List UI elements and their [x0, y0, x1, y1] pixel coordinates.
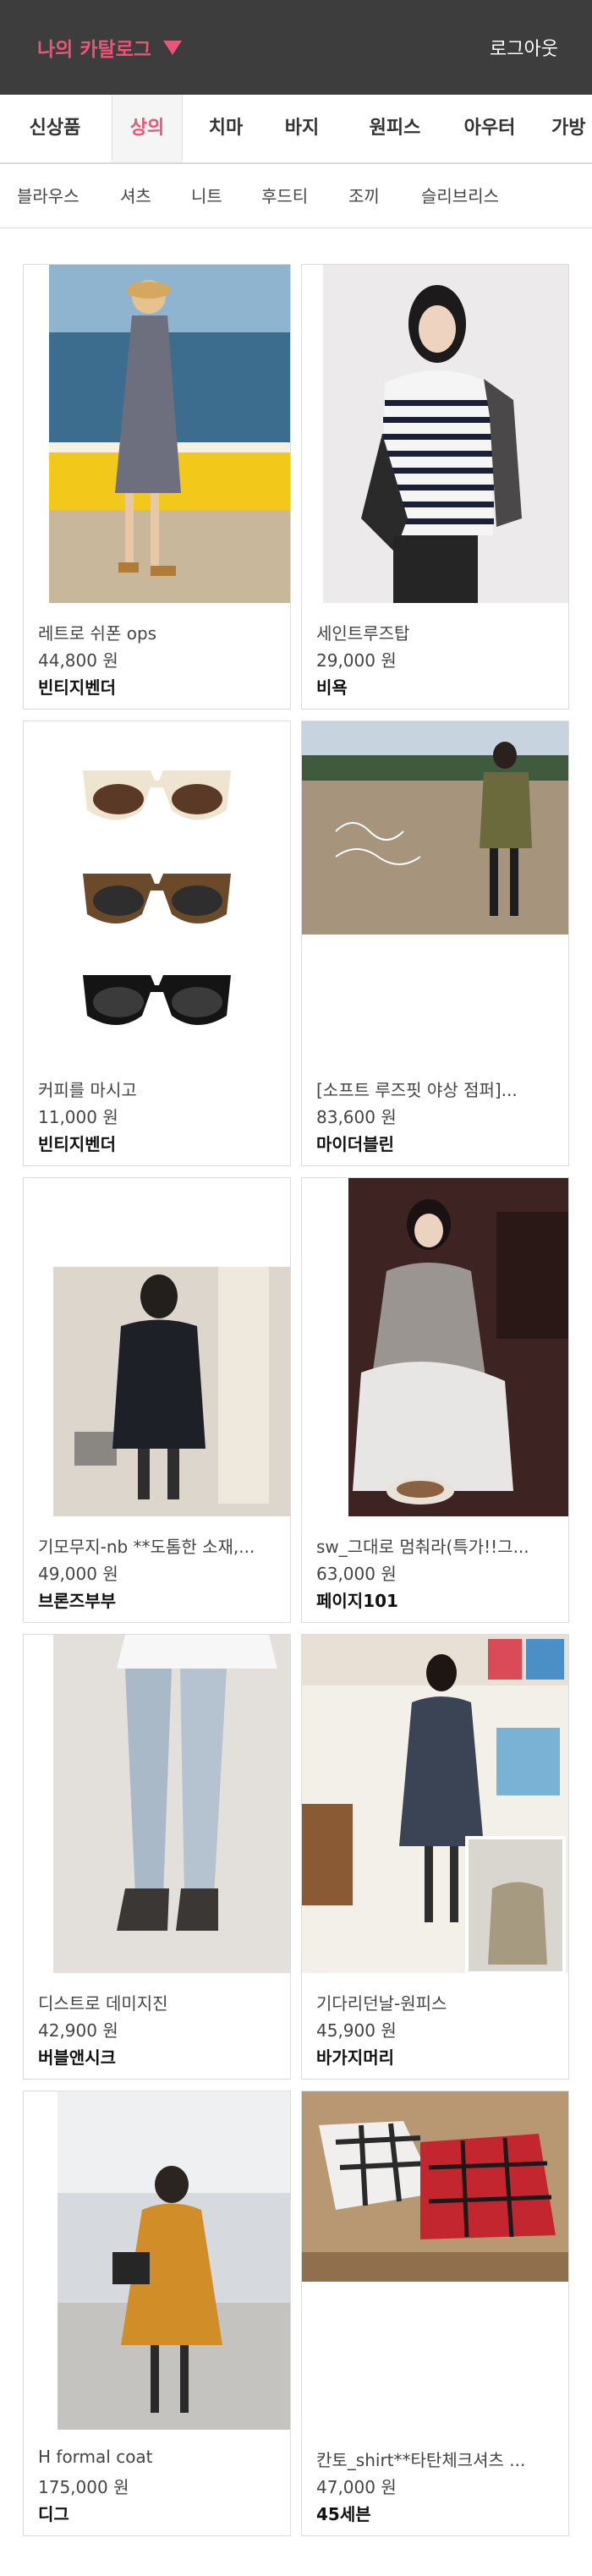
- product-price: 83,600 원: [316, 1107, 397, 1127]
- product-card[interactable]: 칸토_shirt**타탄체크셔츠 ... 47,000 원 45세븐: [301, 2091, 569, 2536]
- product-name: 레트로 쉬폰 ops: [38, 623, 157, 644]
- product-name: 커피를 마시고: [38, 1080, 137, 1100]
- catalog-title: 나의 카탈로그: [37, 39, 151, 61]
- subtab-shirts[interactable]: 셔츠: [120, 164, 151, 227]
- category-tabs: 신상품 상의 치마 바지 원피스 아우터 가방: [0, 95, 592, 164]
- subtab-sleeveless[interactable]: 슬리브리스: [421, 164, 499, 227]
- tab-skirts[interactable]: 치마: [196, 95, 255, 162]
- tab-dresses[interactable]: 원피스: [357, 95, 433, 162]
- product-shop: 페이지101: [316, 1591, 398, 1611]
- product-card[interactable]: 기다리던날-원피스 45,900 원 바가지머리: [301, 1634, 569, 2080]
- product-price: 45,900 원: [316, 2020, 397, 2041]
- subtab-knit[interactable]: 니트: [191, 164, 222, 227]
- product-image: [302, 721, 568, 1060]
- product-name: sw_그대로 멈춰라(특가!!그...: [316, 1537, 529, 1557]
- product-name: H formal coat: [38, 2447, 153, 2467]
- product-name: 기모무지-nb **도톰한 소재,...: [38, 1537, 255, 1557]
- product-name: 칸토_shirt**타탄체크셔츠 ...: [316, 2450, 526, 2470]
- product-image: [24, 265, 290, 603]
- product-image: [302, 2091, 568, 2430]
- product-name: 기다리던날-원피스: [316, 1993, 447, 2014]
- subtab-hoodie[interactable]: 후드티: [261, 164, 308, 227]
- caret-down-icon: [162, 40, 182, 55]
- tab-tops[interactable]: 상의: [112, 95, 183, 162]
- product-image: [24, 2091, 290, 2430]
- product-shop: 바가지머리: [316, 2047, 394, 2068]
- product-card[interactable]: 커피를 마시고 11,000 원 빈티지벤더: [23, 721, 291, 1166]
- product-price: 11,000 원: [38, 1107, 118, 1127]
- product-shop: 디그: [38, 2504, 69, 2524]
- product-name: 세인트루즈탑: [316, 623, 410, 644]
- product-shop: 브론즈부부: [38, 1591, 116, 1611]
- product-shop: 마이더블린: [316, 1134, 394, 1154]
- subcategory-tabs: 블라우스 셔츠 니트 후드티 조끼 슬리브리스: [0, 164, 592, 228]
- product-card[interactable]: 디스트로 데미지진 42,900 원 버블앤시크: [23, 1634, 291, 2080]
- logout-button[interactable]: 로그아웃: [490, 34, 558, 61]
- product-image: [24, 1178, 290, 1516]
- product-shop: 45세븐: [316, 2504, 371, 2524]
- product-price: 44,800 원: [38, 650, 118, 671]
- tab-pants[interactable]: 바지: [272, 95, 332, 162]
- product-price: 47,000 원: [316, 2477, 397, 2497]
- product-price: 29,000 원: [316, 650, 397, 671]
- product-card[interactable]: H formal coat 175,000 원 디그: [23, 2091, 291, 2536]
- product-shop: 비욕: [316, 677, 348, 698]
- tab-bags[interactable]: 가방: [551, 95, 592, 162]
- product-name: 디스트로 데미지진: [38, 1993, 168, 2014]
- product-card[interactable]: [소프트 루즈핏 야상 점퍼]... 83,600 원 마이더블린: [301, 721, 569, 1166]
- product-image: [24, 721, 290, 1060]
- product-image: [24, 1635, 290, 1973]
- product-card[interactable]: sw_그대로 멈춰라(특가!!그... 63,000 원 페이지101: [301, 1177, 569, 1623]
- product-price: 42,900 원: [38, 2020, 118, 2041]
- catalog-dropdown[interactable]: 나의 카탈로그: [37, 33, 182, 62]
- product-card[interactable]: 기모무지-nb **도톰한 소재,... 49,000 원 브론즈부부: [23, 1177, 291, 1623]
- subtab-blouse[interactable]: 블라우스: [17, 164, 79, 227]
- product-card[interactable]: 세인트루즈탑 29,000 원 비욕: [301, 264, 569, 710]
- tab-new[interactable]: 신상품: [17, 95, 93, 162]
- tab-outer[interactable]: 아우터: [452, 95, 528, 162]
- product-shop: 버블앤시크: [38, 2047, 116, 2068]
- product-image: [302, 1178, 568, 1516]
- product-shop: 빈티지벤더: [38, 677, 116, 698]
- product-name: [소프트 루즈핏 야상 점퍼]...: [316, 1080, 518, 1100]
- product-image: [302, 265, 568, 603]
- product-price: 49,000 원: [38, 1564, 118, 1584]
- product-card[interactable]: 레트로 쉬폰 ops 44,800 원 빈티지벤더: [23, 264, 291, 710]
- subtab-vest[interactable]: 조끼: [348, 164, 380, 227]
- product-image: [302, 1635, 568, 1973]
- product-price: 175,000 원: [38, 2477, 129, 2497]
- product-price: 63,000 원: [316, 1564, 397, 1584]
- product-shop: 빈티지벤더: [38, 1134, 116, 1154]
- app-header: 나의 카탈로그 로그아웃: [0, 0, 592, 95]
